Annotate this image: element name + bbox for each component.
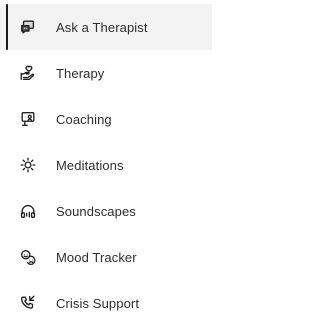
sidebar-item-mood-tracker[interactable]: Mood Tracker [0, 234, 212, 280]
sidebar-item-ask-a-therapist[interactable]: Ask a Therapist [0, 4, 212, 50]
hand-heart-icon [18, 63, 38, 83]
sidebar-item-label: Ask a Therapist [56, 19, 148, 35]
sidebar-nav: Ask a Therapist Therapy Coaching Meditat… [0, 0, 212, 321]
sun-burst-icon [18, 155, 38, 175]
presentation-board-icon [18, 109, 38, 129]
chat-bubble-icon [18, 17, 38, 37]
sidebar-item-soundscapes[interactable]: Soundscapes [0, 188, 212, 234]
sidebar-item-label: Crisis Support [56, 295, 140, 311]
sidebar-item-therapy[interactable]: Therapy [0, 50, 212, 96]
sidebar-item-label: Therapy [56, 65, 105, 81]
sidebar-item-label: Soundscapes [56, 203, 136, 219]
sidebar-item-label: Coaching [56, 111, 112, 127]
sidebar-item-coaching[interactable]: Coaching [0, 96, 212, 142]
sidebar-item-label: Meditations [56, 157, 124, 173]
sidebar-nav-list: Ask a Therapist Therapy Coaching Meditat… [0, 4, 212, 321]
sidebar-item-crisis-support[interactable]: Crisis Support [0, 280, 212, 321]
sidebar-item-meditations[interactable]: Meditations [0, 142, 212, 188]
sidebar-item-label: Mood Tracker [56, 249, 137, 265]
mood-faces-icon [18, 247, 38, 267]
phone-call-icon [18, 293, 38, 313]
headphones-icon [18, 201, 38, 221]
